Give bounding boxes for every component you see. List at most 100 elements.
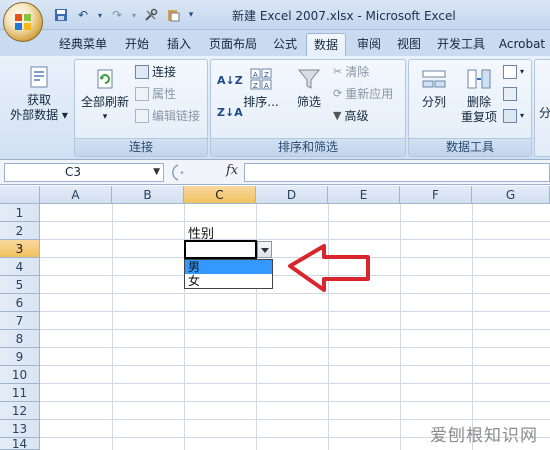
filter-label: 筛选 bbox=[296, 95, 321, 109]
refresh-all-label: 全部刷新 bbox=[80, 95, 129, 109]
text-to-columns-icon bbox=[422, 70, 446, 88]
edit-links-button[interactable]: 编辑链接 bbox=[135, 107, 200, 125]
row-header-1[interactable]: 1 bbox=[0, 204, 40, 222]
text-to-columns-button[interactable]: 分列 bbox=[413, 66, 455, 110]
row-header-5[interactable]: 5 bbox=[0, 276, 40, 294]
column-header-d[interactable]: D bbox=[256, 186, 328, 204]
office-button[interactable] bbox=[3, 2, 43, 42]
column-header-c[interactable]: C bbox=[184, 186, 256, 204]
gridline bbox=[472, 204, 473, 450]
gridline bbox=[328, 204, 329, 450]
data-validation-button[interactable]: ▾ bbox=[503, 63, 524, 81]
gridline bbox=[40, 221, 550, 222]
ribbon: 获取 外部数据 ▾ 全部刷新 ▾ 连接 属性 编辑链接 连接 A↓Z Z↓A A… bbox=[0, 56, 550, 160]
title-bar: ↶ ▾ ↷ ▾ ▾ 新建 Excel 2007.xlsx - Microsoft… bbox=[0, 0, 550, 42]
svg-text:Z: Z bbox=[264, 71, 269, 79]
tools-icon[interactable] bbox=[142, 6, 160, 24]
formula-bar-splitter-icon[interactable] bbox=[168, 163, 198, 182]
select-all-corner[interactable] bbox=[0, 186, 40, 204]
dropdown-option-female[interactable]: 女 bbox=[185, 274, 272, 288]
tab-data[interactable]: 数据 bbox=[306, 33, 346, 56]
row-header-13[interactable]: 13 bbox=[0, 420, 40, 438]
filter-button[interactable]: 筛选 bbox=[289, 66, 329, 110]
reapply-label: 重新应用 bbox=[345, 87, 394, 101]
validation-dropdown-list: 男 女 bbox=[184, 259, 273, 289]
svg-text:Z: Z bbox=[253, 82, 258, 90]
row-header-3[interactable]: 3 bbox=[0, 240, 40, 258]
properties-button[interactable]: 属性 bbox=[135, 85, 176, 103]
tab-classic-menu[interactable]: 经典菜单 bbox=[52, 33, 114, 56]
sort-az-button[interactable]: A↓Z bbox=[217, 72, 243, 90]
tab-page-layout[interactable]: 页面布局 bbox=[202, 33, 264, 56]
remove-duplicates-label-2: 重复项 bbox=[460, 110, 497, 124]
column-header-e[interactable]: E bbox=[328, 186, 400, 204]
refresh-dropdown-icon[interactable]: ▾ bbox=[77, 110, 133, 125]
clear-button[interactable]: ✂ 清除 bbox=[333, 63, 369, 81]
row-header-10[interactable]: 10 bbox=[0, 366, 40, 384]
insert-function-icon[interactable]: fx bbox=[226, 163, 238, 178]
tab-view[interactable]: 视图 bbox=[390, 33, 428, 56]
save-icon[interactable] bbox=[52, 6, 70, 24]
data-tools-group: 分列 删除 重复项 ▾ ▾ 数据工具 bbox=[408, 59, 532, 157]
customize-qat-icon[interactable]: ▾ bbox=[186, 6, 196, 24]
advanced-label: 高级 bbox=[344, 109, 369, 123]
paste-icon[interactable] bbox=[164, 6, 182, 24]
row-header-6[interactable]: 6 bbox=[0, 294, 40, 312]
tab-formulas[interactable]: 公式 bbox=[266, 33, 304, 56]
connections-icon bbox=[135, 65, 149, 79]
data-tools-group-label: 数据工具 bbox=[409, 138, 531, 156]
tab-home[interactable]: 开始 bbox=[118, 33, 156, 56]
get-external-data-button[interactable]: 获取 外部数据 ▾ bbox=[8, 64, 70, 123]
row-header-8[interactable]: 8 bbox=[0, 330, 40, 348]
name-box[interactable]: C3 ▼ bbox=[4, 163, 164, 182]
formula-input[interactable] bbox=[244, 163, 550, 182]
row-header-14[interactable]: 14 bbox=[0, 438, 40, 450]
reapply-button[interactable]: ⟳ 重新应用 bbox=[333, 85, 393, 103]
undo-dropdown-icon[interactable]: ▾ bbox=[96, 6, 104, 24]
refresh-all-button[interactable]: 全部刷新 ▾ bbox=[77, 66, 133, 125]
worksheet-grid: A B C D E F G 1 2 3 4 5 6 7 8 9 10 11 12… bbox=[0, 186, 550, 450]
connections-group-label: 连接 bbox=[75, 138, 207, 156]
row-header-12[interactable]: 12 bbox=[0, 402, 40, 420]
redo-dropdown-icon[interactable]: ▾ bbox=[130, 6, 138, 24]
remove-duplicates-icon bbox=[467, 69, 491, 89]
text-to-columns-label: 分列 bbox=[421, 95, 446, 109]
column-header-f[interactable]: F bbox=[400, 186, 472, 204]
validation-dropdown-button[interactable] bbox=[257, 241, 272, 258]
sort-az-icon: A↓Z bbox=[217, 74, 243, 87]
row-header-7[interactable]: 7 bbox=[0, 312, 40, 330]
remove-duplicates-label-1: 删除 bbox=[466, 95, 491, 109]
filter-funnel-icon bbox=[297, 69, 321, 89]
remove-duplicates-button[interactable]: 删除 重复项 bbox=[457, 66, 501, 125]
row-header-11[interactable]: 11 bbox=[0, 384, 40, 402]
sort-button[interactable]: A Z Z A 排序... bbox=[241, 66, 281, 110]
connections-button[interactable]: 连接 bbox=[135, 63, 176, 81]
what-if-button[interactable]: ▾ bbox=[503, 107, 524, 125]
tab-review[interactable]: 审阅 bbox=[350, 33, 388, 56]
get-external-data-label-2: 外部数据 ▾ bbox=[10, 108, 68, 122]
gridline bbox=[40, 365, 550, 366]
column-header-a[interactable]: A bbox=[40, 186, 112, 204]
red-arrow-annotation-icon bbox=[288, 244, 370, 292]
consolidate-button[interactable] bbox=[503, 85, 517, 103]
gridline bbox=[40, 239, 550, 240]
tab-insert[interactable]: 插入 bbox=[160, 33, 198, 56]
row-header-4[interactable]: 4 bbox=[0, 258, 40, 276]
svg-text:A: A bbox=[253, 71, 258, 79]
dropdown-option-male[interactable]: 男 bbox=[185, 260, 272, 274]
formula-bar: C3 ▼ fx bbox=[0, 160, 550, 185]
active-cell-c3[interactable] bbox=[184, 240, 257, 259]
column-header-b[interactable]: B bbox=[112, 186, 184, 204]
tab-acrobat[interactable]: Acrobat bbox=[494, 33, 550, 56]
row-header-2[interactable]: 2 bbox=[0, 222, 40, 240]
sort-za-button[interactable]: Z↓A bbox=[217, 104, 243, 122]
connections-group: 全部刷新 ▾ 连接 属性 编辑链接 连接 bbox=[74, 59, 208, 157]
undo-icon[interactable]: ↶ bbox=[74, 6, 92, 24]
redo-icon[interactable]: ↷ bbox=[108, 6, 126, 24]
advanced-button[interactable]: ▼ 高级 bbox=[333, 107, 368, 125]
column-header-g[interactable]: G bbox=[472, 186, 550, 204]
tab-developer[interactable]: 开发工具 bbox=[430, 33, 492, 56]
row-header-9[interactable]: 9 bbox=[0, 348, 40, 366]
consolidate-icon bbox=[503, 87, 517, 101]
name-box-dropdown-icon[interactable]: ▼ bbox=[153, 164, 160, 181]
